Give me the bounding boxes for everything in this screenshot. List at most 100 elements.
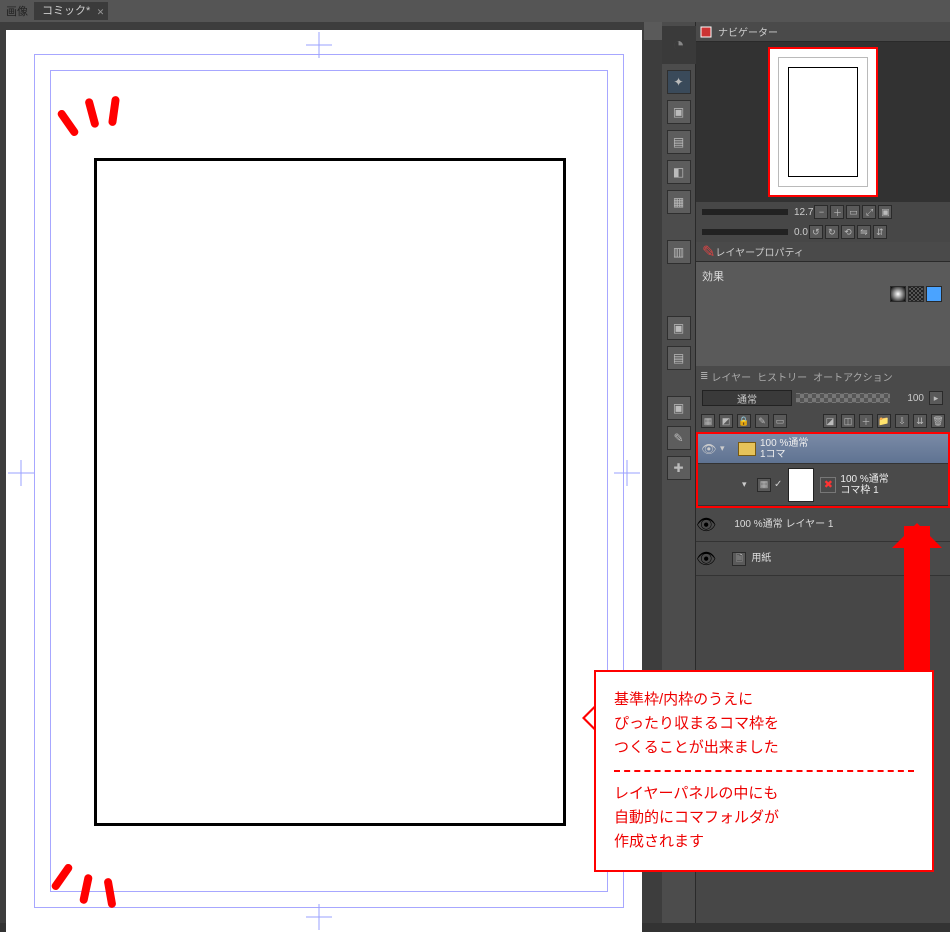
dock-button[interactable]: ▤ <box>667 346 691 370</box>
dock-button[interactable]: ◧ <box>667 160 691 184</box>
navigator-title: ナビゲーター <box>718 24 778 39</box>
document-tab-title: コミック* <box>42 5 90 17</box>
reference-button[interactable]: ✎ <box>755 414 769 428</box>
navigator-thumbnail <box>768 47 878 197</box>
callout-line: レイヤーパネルの中にも <box>614 782 914 806</box>
tab-layer[interactable]: ≣ レイヤー <box>700 369 751 384</box>
callout-line: 自動的にコマフォルダが <box>614 806 914 830</box>
draft-button[interactable]: ▭ <box>773 414 787 428</box>
lock-checker-button[interactable]: ▦ <box>701 414 715 428</box>
annotation-callout: 基準枠/内枠のうえに ぴったり収まるコマ枠を つくることが出来ました レイヤーパ… <box>594 670 934 872</box>
reg-mark-bottom <box>306 904 332 930</box>
visibility-icon[interactable]: 👁 <box>698 442 720 456</box>
expand-icon[interactable]: ▾ <box>742 479 756 490</box>
tab-autoaction[interactable]: オートアクション <box>813 369 893 384</box>
canvas-page[interactable] <box>6 30 642 932</box>
annotation-arrow <box>904 526 930 674</box>
rotate-value: 0.0 <box>794 227 808 238</box>
rotate-slider[interactable] <box>702 229 788 235</box>
mask-button[interactable]: ◪ <box>823 414 837 428</box>
title-bar: 画像 コミック* ✕ <box>0 0 950 22</box>
rotate-cw-button[interactable]: ↻ <box>825 225 839 239</box>
layers-icon: ≣ <box>700 371 708 382</box>
canvas-area[interactable] <box>0 22 662 923</box>
layer-name: レイヤー 1 <box>785 519 833 530</box>
check-icon: ✓ <box>774 479 782 490</box>
layer-property-header[interactable]: ✎ レイヤープロパティ <box>696 242 950 262</box>
new-folder-button[interactable]: 📁 <box>877 414 891 428</box>
tab-history[interactable]: ヒストリー <box>757 369 807 384</box>
flip-v-button[interactable]: ⇵ <box>873 225 887 239</box>
dock-button[interactable]: ▥ <box>667 240 691 264</box>
effect-border-button[interactable] <box>890 286 906 302</box>
layer-name: 1コマ <box>760 449 808 460</box>
layer-row-folder[interactable]: 👁 ▾ 100 %通常 1コマ <box>698 434 948 464</box>
callout-line: 基準枠/内枠のうえに <box>614 688 914 712</box>
frame-icon: ▦ <box>757 478 771 492</box>
zoom-out-button[interactable]: − <box>814 205 828 219</box>
layer-toolbar: ▦ ◩ 🔒 ✎ ▭ ◪ ◫ ＋ 📁 ⇩ ⇊ 🗑 <box>696 410 950 432</box>
dock-button[interactable]: ▤ <box>667 130 691 154</box>
quick-access-icon[interactable]: ◔ <box>662 26 696 64</box>
dock-button[interactable]: ▦ <box>667 190 691 214</box>
close-icon[interactable]: ✕ <box>97 5 105 19</box>
effect-label: 効果 <box>702 271 724 283</box>
ruler-button[interactable]: ◫ <box>841 414 855 428</box>
navigator-icon <box>700 26 712 38</box>
dock-button[interactable]: ▣ <box>667 316 691 340</box>
visibility-icon[interactable]: 👁 <box>696 515 716 535</box>
opacity-slider[interactable] <box>796 393 890 403</box>
folder-icon <box>738 442 756 456</box>
navigator-preview[interactable] <box>696 42 950 202</box>
merge-button[interactable]: ⇊ <box>913 414 927 428</box>
callout-line: つくることが出来ました <box>614 736 914 760</box>
dock-button[interactable]: ▣ <box>667 396 691 420</box>
brush-icon: ✎ <box>702 242 715 262</box>
layer-blend-label: 100 %通常 <box>734 519 782 530</box>
dock-button[interactable]: ✦ <box>667 70 691 94</box>
zoom-fit-button[interactable]: ▭ <box>846 205 860 219</box>
fit-screen-button[interactable]: ⤢ <box>862 205 876 219</box>
document-tab[interactable]: コミック* ✕ <box>34 2 108 20</box>
layer-property-body: 効果 <box>696 262 950 366</box>
layer-property-title: レイヤープロパティ <box>715 244 804 259</box>
mask-disabled-icon[interactable]: ✖ <box>820 477 836 493</box>
reg-mark-right <box>614 460 640 486</box>
dock-button[interactable]: ▣ <box>667 100 691 124</box>
layer-list-highlight: 👁 ▾ 100 %通常 1コマ ▾ ▦ ✓ ✖ <box>696 432 950 508</box>
layer-name: 用紙 <box>751 553 771 564</box>
menu-label[interactable]: 画像 <box>0 3 34 19</box>
navigator-controls: 12.7 − ＋ ▭ ⤢ ▣ 0.0 ↺ ↻ ⟲ ⇋ ⇵ <box>696 202 950 242</box>
layer-blend-label: 100 %通常 <box>760 438 808 449</box>
effect-tone-button[interactable] <box>908 286 924 302</box>
lock-pixel-button[interactable]: ◩ <box>719 414 733 428</box>
rotate-reset-button[interactable]: ⟲ <box>841 225 855 239</box>
callout-divider <box>614 770 914 772</box>
layer-panel-tabs: ≣ レイヤー ヒストリー オートアクション <box>696 366 950 386</box>
callout-line: 作成されます <box>614 830 914 854</box>
layer-blend-label: 100 %通常 <box>840 474 888 485</box>
scroll-up-button[interactable] <box>644 22 662 40</box>
visibility-icon[interactable]: 👁 <box>696 549 716 569</box>
lock-button[interactable]: 🔒 <box>737 414 751 428</box>
opacity-stepper[interactable]: ▸ <box>929 391 943 405</box>
rotate-ccw-button[interactable]: ↺ <box>809 225 823 239</box>
zoom-slider[interactable] <box>702 209 788 215</box>
delete-layer-button[interactable]: 🗑 <box>931 414 945 428</box>
layer-thumbnail <box>788 468 814 502</box>
zoom-in-button[interactable]: ＋ <box>830 205 844 219</box>
paper-icon: 🗎 <box>732 552 746 566</box>
expand-icon[interactable]: ▾ <box>720 443 734 454</box>
flip-h-button[interactable]: ⇋ <box>857 225 871 239</box>
actual-size-button[interactable]: ▣ <box>878 205 892 219</box>
dock-button[interactable]: ✚ <box>667 456 691 480</box>
dock-button[interactable]: ✎ <box>667 426 691 450</box>
reg-mark-top <box>306 32 332 58</box>
blend-mode-select[interactable]: 通常 <box>702 390 792 406</box>
layer-name: コマ枠 1 <box>840 485 888 496</box>
comic-frame <box>94 158 566 826</box>
navigator-header[interactable]: ナビゲーター <box>696 22 950 42</box>
transfer-button[interactable]: ⇩ <box>895 414 909 428</box>
new-layer-button[interactable]: ＋ <box>859 414 873 428</box>
effect-layercolor-button[interactable] <box>926 286 942 302</box>
